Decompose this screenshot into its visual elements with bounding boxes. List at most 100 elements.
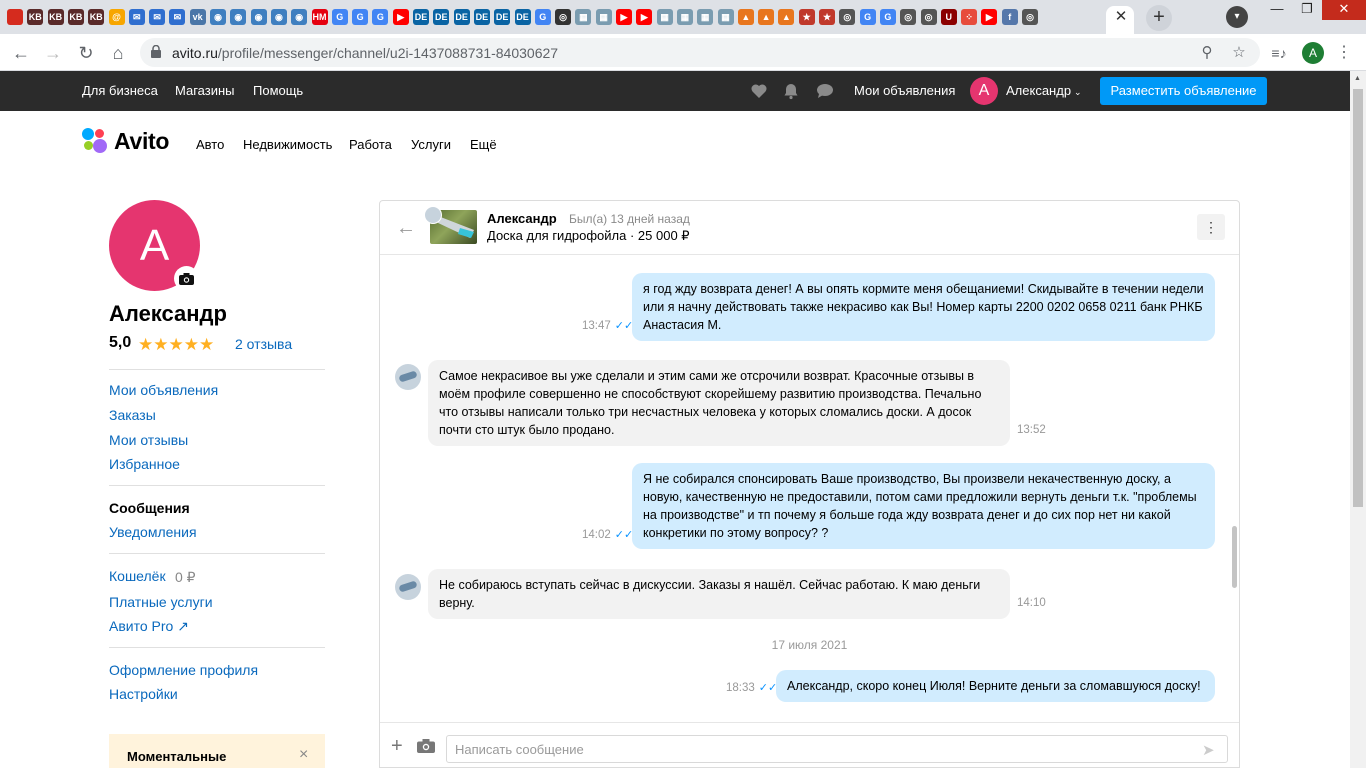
browser-tab[interactable]: @ xyxy=(107,6,127,28)
sidebar-item-my-reviews[interactable]: Мои отзывы xyxy=(109,432,188,448)
browser-tab[interactable]: ⁘ xyxy=(959,6,979,28)
browser-tab[interactable]: ▦ xyxy=(655,6,675,28)
browser-tab[interactable]: ▲ xyxy=(736,6,756,28)
page-scrollbar[interactable]: ▲ xyxy=(1350,71,1366,768)
sidebar-item-messages[interactable]: Сообщения xyxy=(109,500,190,516)
browser-tab[interactable]: ◉ xyxy=(269,6,289,28)
zoom-icon[interactable]: ⚲ xyxy=(1198,44,1216,62)
forward-icon[interactable]: → xyxy=(40,40,66,66)
nav-services[interactable]: Услуги xyxy=(411,137,451,152)
new-tab-button[interactable]: + xyxy=(1146,5,1172,31)
browser-tab[interactable]: ✉ xyxy=(167,6,187,28)
back-arrow-icon[interactable]: ← xyxy=(396,217,416,240)
close-icon[interactable]: × xyxy=(299,746,308,764)
browser-tab[interactable]: ✉ xyxy=(147,6,167,28)
messages-chat-icon[interactable] xyxy=(816,82,834,100)
nav-jobs[interactable]: Работа xyxy=(349,137,392,152)
browser-tab[interactable]: ▶ xyxy=(634,6,654,28)
browser-tab[interactable]: G xyxy=(858,6,878,28)
browser-tab[interactable]: ★ xyxy=(817,6,837,28)
browser-tab[interactable]: G xyxy=(533,6,553,28)
browser-tab[interactable]: ✉ xyxy=(127,6,147,28)
browser-tab[interactable]: KB xyxy=(86,6,106,28)
business-link[interactable]: Для бизнеса xyxy=(82,83,158,98)
browser-tab[interactable]: f xyxy=(1000,6,1020,28)
notifications-bell-icon[interactable] xyxy=(782,82,800,100)
browser-tab[interactable]: ◎ xyxy=(1020,6,1040,28)
chat-scrollbar[interactable] xyxy=(1229,256,1239,722)
browser-tab[interactable]: ▲ xyxy=(776,6,796,28)
item-title[interactable]: Доска для гидрофойла · 25 000 ₽ xyxy=(487,228,690,244)
more-options-icon[interactable]: ⋮ xyxy=(1197,214,1225,240)
browser-tab[interactable] xyxy=(5,6,25,28)
address-bar[interactable]: avito.ru/profile/messenger/channel/u2i-1… xyxy=(140,38,1260,67)
browser-tab[interactable]: DE xyxy=(431,6,451,28)
browser-tab[interactable]: ◉ xyxy=(289,6,309,28)
sidebar-item-orders[interactable]: Заказы xyxy=(109,407,156,423)
attach-photo-icon[interactable] xyxy=(417,739,435,753)
browser-tab[interactable]: ▦ xyxy=(594,6,614,28)
browser-tab[interactable]: G xyxy=(330,6,350,28)
browser-tab[interactable]: ◉ xyxy=(208,6,228,28)
sidebar-item-wallet[interactable]: Кошелёк xyxy=(109,568,166,584)
browser-profile-avatar[interactable]: A xyxy=(1302,42,1324,64)
browser-tab[interactable]: DE xyxy=(513,6,533,28)
close-window-icon[interactable]: ✕ xyxy=(1322,0,1366,20)
change-photo-button[interactable] xyxy=(174,266,199,291)
browser-tab[interactable]: DE xyxy=(411,6,431,28)
browser-tab[interactable]: G xyxy=(878,6,898,28)
sidebar-item-notifications[interactable]: Уведомления xyxy=(109,524,197,540)
browser-menu-icon[interactable]: ⋮ xyxy=(1336,42,1352,64)
browser-tab[interactable]: ▦ xyxy=(675,6,695,28)
browser-tab[interactable]: DE xyxy=(472,6,492,28)
close-tab-icon[interactable]: ✕ xyxy=(1112,8,1130,26)
nav-auto[interactable]: Авто xyxy=(196,137,224,152)
browser-tab[interactable]: ▶ xyxy=(979,6,999,28)
sidebar-item-favorites[interactable]: Избранное xyxy=(109,456,180,472)
browser-tab[interactable]: G xyxy=(350,6,370,28)
maximize-icon[interactable]: ❐ xyxy=(1292,0,1322,20)
user-menu[interactable]: Александр ⌄ xyxy=(1006,83,1082,98)
browser-tab[interactable]: vk xyxy=(188,6,208,28)
post-ad-button[interactable]: Разместить объявление xyxy=(1100,77,1267,105)
browser-tab[interactable]: ▶ xyxy=(614,6,634,28)
sidebar-item-settings[interactable]: Настройки xyxy=(109,686,178,702)
sidebar-item-avito-pro[interactable]: Авито Pro ↗ xyxy=(109,618,189,635)
send-icon[interactable]: ➤ xyxy=(1202,741,1215,759)
reload-icon[interactable]: ↻ xyxy=(73,40,99,66)
browser-tab[interactable]: U xyxy=(939,6,959,28)
scrollbar-thumb[interactable] xyxy=(1353,89,1363,507)
shops-link[interactable]: Магазины xyxy=(175,83,235,98)
sidebar-item-paid-services[interactable]: Платные услуги xyxy=(109,594,213,610)
tab-search-icon[interactable]: ▾ xyxy=(1226,6,1248,28)
scroll-up-icon[interactable]: ▲ xyxy=(1354,75,1361,82)
browser-tab[interactable]: ▲ xyxy=(756,6,776,28)
help-link[interactable]: Помощь xyxy=(253,83,303,98)
browser-tab[interactable]: HM xyxy=(310,6,330,28)
minimize-icon[interactable]: — xyxy=(1262,0,1292,20)
browser-tab[interactable]: DE xyxy=(492,6,512,28)
browser-tab[interactable]: ▦ xyxy=(573,6,593,28)
nav-more[interactable]: Ещё xyxy=(470,137,497,152)
browser-tab[interactable]: ◎ xyxy=(919,6,939,28)
message-input[interactable] xyxy=(446,735,1228,763)
back-icon[interactable]: ← xyxy=(8,40,34,66)
my-ads-link[interactable]: Мои объявления xyxy=(854,83,955,98)
sidebar-item-my-ads[interactable]: Мои объявления xyxy=(109,382,218,398)
browser-tab[interactable]: ◎ xyxy=(553,6,573,28)
browser-tab[interactable]: ◉ xyxy=(228,6,248,28)
browser-tab[interactable]: ★ xyxy=(797,6,817,28)
attach-plus-icon[interactable]: + xyxy=(391,735,403,758)
browser-tab[interactable]: ▦ xyxy=(716,6,736,28)
browser-tab[interactable]: ◎ xyxy=(898,6,918,28)
browser-tab[interactable]: ◉ xyxy=(249,6,269,28)
browser-tab[interactable]: KB xyxy=(25,6,45,28)
browser-tab[interactable]: ▦ xyxy=(695,6,715,28)
nav-realty[interactable]: Недвижимость xyxy=(243,137,332,152)
browser-tab[interactable]: KB xyxy=(46,6,66,28)
browser-tab[interactable]: KB xyxy=(66,6,86,28)
user-avatar[interactable]: А xyxy=(970,77,998,105)
browser-tab[interactable]: DE xyxy=(452,6,472,28)
media-control-icon[interactable]: ≡♪ xyxy=(1268,42,1290,64)
browser-tab[interactable]: ◎ xyxy=(837,6,857,28)
